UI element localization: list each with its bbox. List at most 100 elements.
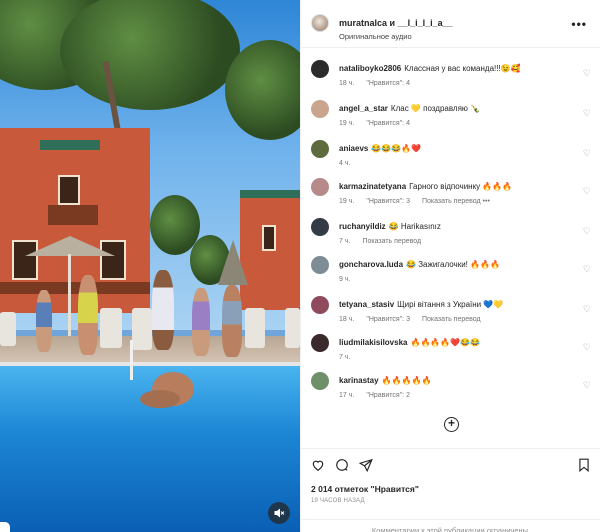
avatar[interactable] bbox=[311, 140, 329, 158]
comment-username[interactable]: nataliboyko2806 bbox=[339, 64, 401, 73]
comment-likes[interactable]: "Нравится": 4 bbox=[366, 120, 410, 127]
avatar[interactable] bbox=[311, 256, 329, 274]
show-translation-link[interactable]: Показать перевод ••• bbox=[422, 198, 490, 205]
comment-username[interactable]: ruchanyildiz bbox=[339, 222, 386, 231]
sun-lounger bbox=[285, 308, 300, 348]
comment-icon[interactable] bbox=[335, 458, 349, 475]
comment-likes[interactable]: "Нравится": 3 bbox=[366, 316, 410, 323]
comment-time: 19 ч. bbox=[339, 198, 355, 205]
comment-body: 🔥🔥🔥🔥🔥 bbox=[381, 376, 432, 385]
comment-item: tetyana_stasiv Щирі вітання з України 💙💛 1… bbox=[301, 294, 600, 332]
comment-likes[interactable]: "Нравится": 4 bbox=[366, 80, 410, 87]
avatar[interactable] bbox=[311, 178, 329, 196]
comment-time: 9 ч. bbox=[339, 276, 351, 283]
comment-meta: 4 ч. bbox=[339, 160, 362, 167]
speaker-muted-icon[interactable] bbox=[268, 502, 290, 524]
window bbox=[12, 240, 38, 280]
comment-meta: 18 ч. "Нравится": 3 Показать перевод bbox=[339, 316, 493, 323]
heart-icon[interactable]: ♡ bbox=[583, 264, 591, 275]
comments-panel: muratnalca и __l_i_l_i_a__ Оригинальное … bbox=[300, 0, 600, 532]
comment-username[interactable]: goncharova.luda bbox=[339, 260, 403, 269]
avatar[interactable] bbox=[311, 14, 329, 32]
umbrella-pole bbox=[68, 254, 71, 339]
comment-time: 18 ч. bbox=[339, 316, 355, 323]
person bbox=[192, 288, 210, 356]
comment-body: 🔥🔥🔥🔥❤️😂😂 bbox=[410, 338, 481, 347]
heart-icon[interactable]: ♡ bbox=[583, 380, 591, 391]
comment-likes[interactable]: "Нравится": 3 bbox=[366, 198, 410, 205]
bookmark-icon[interactable] bbox=[578, 458, 590, 475]
comment-body: 😂 Зажигалочки! 🔥🔥🔥 bbox=[406, 260, 500, 269]
water-splash bbox=[130, 340, 133, 380]
comment-time: 18 ч. bbox=[339, 80, 355, 87]
post-media[interactable] bbox=[0, 0, 300, 532]
heart-icon[interactable]: ♡ bbox=[583, 304, 591, 315]
comment-username[interactable]: karmazinatetyana bbox=[339, 182, 406, 191]
heart-icon[interactable]: ♡ bbox=[583, 148, 591, 159]
comment-meta: 19 ч. "Нравится": 4 bbox=[339, 120, 422, 127]
comment-item: nataliboyko2806 Классная у вас команда!!!… bbox=[301, 58, 600, 96]
person bbox=[222, 285, 242, 357]
comment-item: aniaevs 😂😂😂🔥❤️ 4 ч. ♡ bbox=[301, 138, 600, 176]
comment-username[interactable]: karinastay bbox=[339, 376, 379, 385]
sun-lounger bbox=[245, 308, 265, 348]
person bbox=[152, 270, 174, 350]
comment-body: Клас 💛 поздравляю 🍾 bbox=[390, 104, 481, 113]
terrace bbox=[0, 282, 150, 294]
balcony bbox=[48, 205, 98, 225]
post-actions: 2 014 отметок "Нравится" 19 ЧАСОВ НАЗАД … bbox=[301, 448, 600, 532]
comment-text: karinastay 🔥🔥🔥🔥🔥 bbox=[339, 376, 431, 385]
comment-username[interactable]: liudmilakisilovska bbox=[339, 338, 407, 347]
comment-username[interactable]: angel_a_star bbox=[339, 104, 388, 113]
comment-time: 17 ч. bbox=[339, 392, 355, 399]
post-header: muratnalca и __l_i_l_i_a__ Оригинальное … bbox=[301, 0, 600, 48]
sun-lounger bbox=[0, 312, 16, 346]
post-timestamp: 19 ЧАСОВ НАЗАД bbox=[311, 498, 365, 504]
comment-username[interactable]: tetyana_stasiv bbox=[339, 300, 394, 309]
heart-icon[interactable]: ♡ bbox=[583, 68, 591, 79]
comment-username[interactable]: aniaevs bbox=[339, 144, 368, 153]
comment-time: 19 ч. bbox=[339, 120, 355, 127]
comment-likes[interactable]: "Нравится": 2 bbox=[366, 392, 410, 399]
comment-meta: 19 ч. "Нравится": 3 Показать перевод ••• bbox=[339, 198, 502, 205]
comment-text: nataliboyko2806 Классная у вас команда!!!… bbox=[339, 64, 521, 73]
likes-count[interactable]: 2 014 отметок "Нравится" bbox=[311, 484, 419, 494]
avatar[interactable] bbox=[311, 334, 329, 352]
avatar[interactable] bbox=[311, 372, 329, 390]
comment-time: 7 ч. bbox=[339, 354, 351, 361]
comment-meta: 17 ч. "Нравится": 2 bbox=[339, 392, 422, 399]
comment-text: karmazinatetyana Гарного відпочинку 🔥🔥🔥 bbox=[339, 182, 512, 191]
show-translation-link[interactable]: Показать перевод bbox=[362, 238, 421, 245]
sun-lounger bbox=[132, 308, 152, 350]
plus-circle-icon[interactable]: + bbox=[444, 417, 459, 432]
comment-meta: 7 ч. Показать перевод bbox=[339, 238, 433, 245]
avatar[interactable] bbox=[311, 218, 329, 236]
person bbox=[36, 290, 52, 352]
share-icon[interactable] bbox=[358, 458, 373, 475]
swimmer-arms bbox=[140, 390, 180, 408]
window bbox=[100, 240, 126, 280]
more-horizontal-icon[interactable]: ••• bbox=[571, 18, 587, 30]
comment-item: ruchanyildiz 😂 Harikasınız 7 ч. Показать пе… bbox=[301, 216, 600, 254]
avatar[interactable] bbox=[311, 296, 329, 314]
comment-item: liudmilakisilovska 🔥🔥🔥🔥❤️😂😂 7 ч. ♡ bbox=[301, 332, 600, 370]
heart-icon[interactable]: ♡ bbox=[583, 226, 591, 237]
comment-item: karmazinatetyana Гарного відпочинку 🔥🔥🔥 19… bbox=[301, 176, 600, 214]
avatar[interactable] bbox=[311, 60, 329, 78]
heart-icon[interactable]: ♡ bbox=[583, 108, 591, 119]
comment-item: karinastay 🔥🔥🔥🔥🔥 17 ч. "Нравится": 2 ♡ bbox=[301, 370, 600, 408]
heart-icon[interactable]: ♡ bbox=[583, 342, 591, 353]
comment-meta: 9 ч. bbox=[339, 276, 362, 283]
comment-item: goncharova.luda 😂 Зажигалочки! 🔥🔥🔥 9 ч. ♡ bbox=[301, 254, 600, 292]
building-roof bbox=[40, 140, 100, 150]
heart-icon[interactable]: ♡ bbox=[583, 186, 591, 197]
audio-label[interactable]: Оригинальное аудио bbox=[339, 32, 412, 41]
comment-text: liudmilakisilovska 🔥🔥🔥🔥❤️😂😂 bbox=[339, 338, 480, 347]
window bbox=[58, 175, 80, 205]
show-translation-link[interactable]: Показать перевод bbox=[422, 316, 481, 323]
post-author-line[interactable]: muratnalca и __l_i_l_i_a__ bbox=[339, 18, 453, 28]
avatar[interactable] bbox=[311, 100, 329, 118]
comments-closed-notice: Комментарии к этой публикации ограничены… bbox=[301, 519, 600, 532]
comment-time: 4 ч. bbox=[339, 160, 351, 167]
heart-icon[interactable] bbox=[311, 458, 325, 475]
